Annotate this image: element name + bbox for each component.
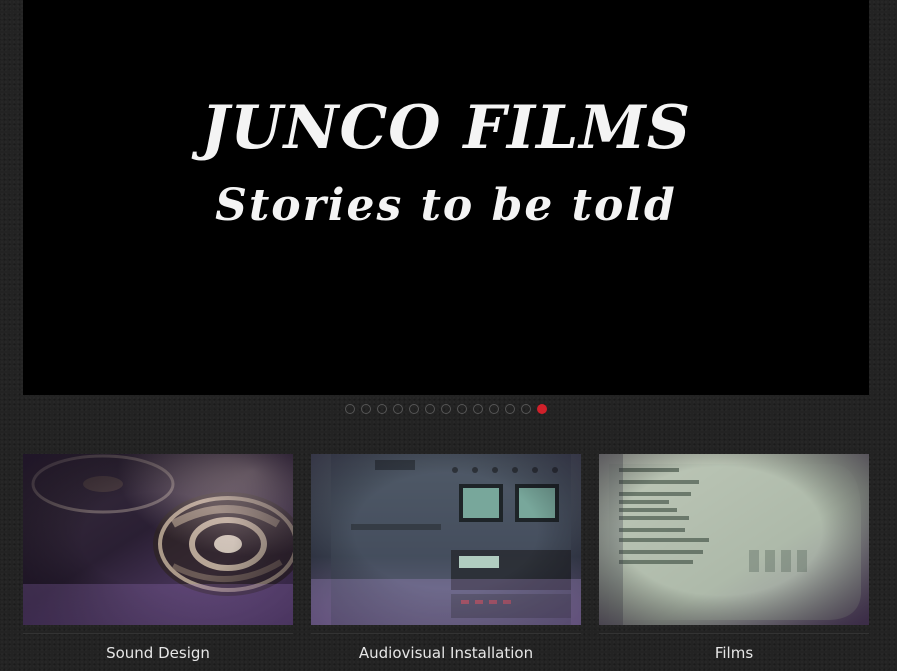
card-label[interactable]: Audiovisual Installation — [311, 643, 581, 663]
equipment-rack-image — [311, 454, 581, 625]
pager-dot-7[interactable] — [441, 404, 451, 414]
pager-dot-6[interactable] — [425, 404, 435, 414]
pager-dot-8[interactable] — [457, 404, 467, 414]
pager-dot-12[interactable] — [521, 404, 531, 414]
card-label[interactable]: Films — [599, 643, 869, 663]
crt-monitor-terminal-image — [599, 454, 869, 625]
pager-dot-2[interactable] — [361, 404, 371, 414]
hero-title: JUNCO FILMS — [200, 93, 692, 163]
pager-dot-9[interactable] — [473, 404, 483, 414]
card-divider — [23, 633, 293, 634]
card-divider — [311, 633, 581, 634]
card-divider — [599, 633, 869, 634]
pager-dot-1[interactable] — [345, 404, 355, 414]
slideshow-pager — [0, 404, 897, 416]
pager-dot-3[interactable] — [377, 404, 387, 414]
pager-dot-5[interactable] — [409, 404, 419, 414]
hero-slideshow[interactable]: JUNCO FILMS Stories to be told — [23, 0, 869, 395]
card-sound-design[interactable]: Sound Design — [23, 454, 293, 671]
pager-dot-4[interactable] — [393, 404, 403, 414]
hero-subtitle: Stories to be told — [215, 180, 677, 231]
card-label[interactable]: Sound Design — [23, 643, 293, 663]
pager-dot-11[interactable] — [505, 404, 515, 414]
card-films[interactable]: Films — [599, 454, 869, 671]
pager-dot-10[interactable] — [489, 404, 499, 414]
pager-dot-13[interactable] — [537, 404, 547, 414]
reel-to-reel-tape-image — [23, 454, 293, 625]
card-audiovisual-installation[interactable]: Audiovisual Installation — [311, 454, 581, 671]
